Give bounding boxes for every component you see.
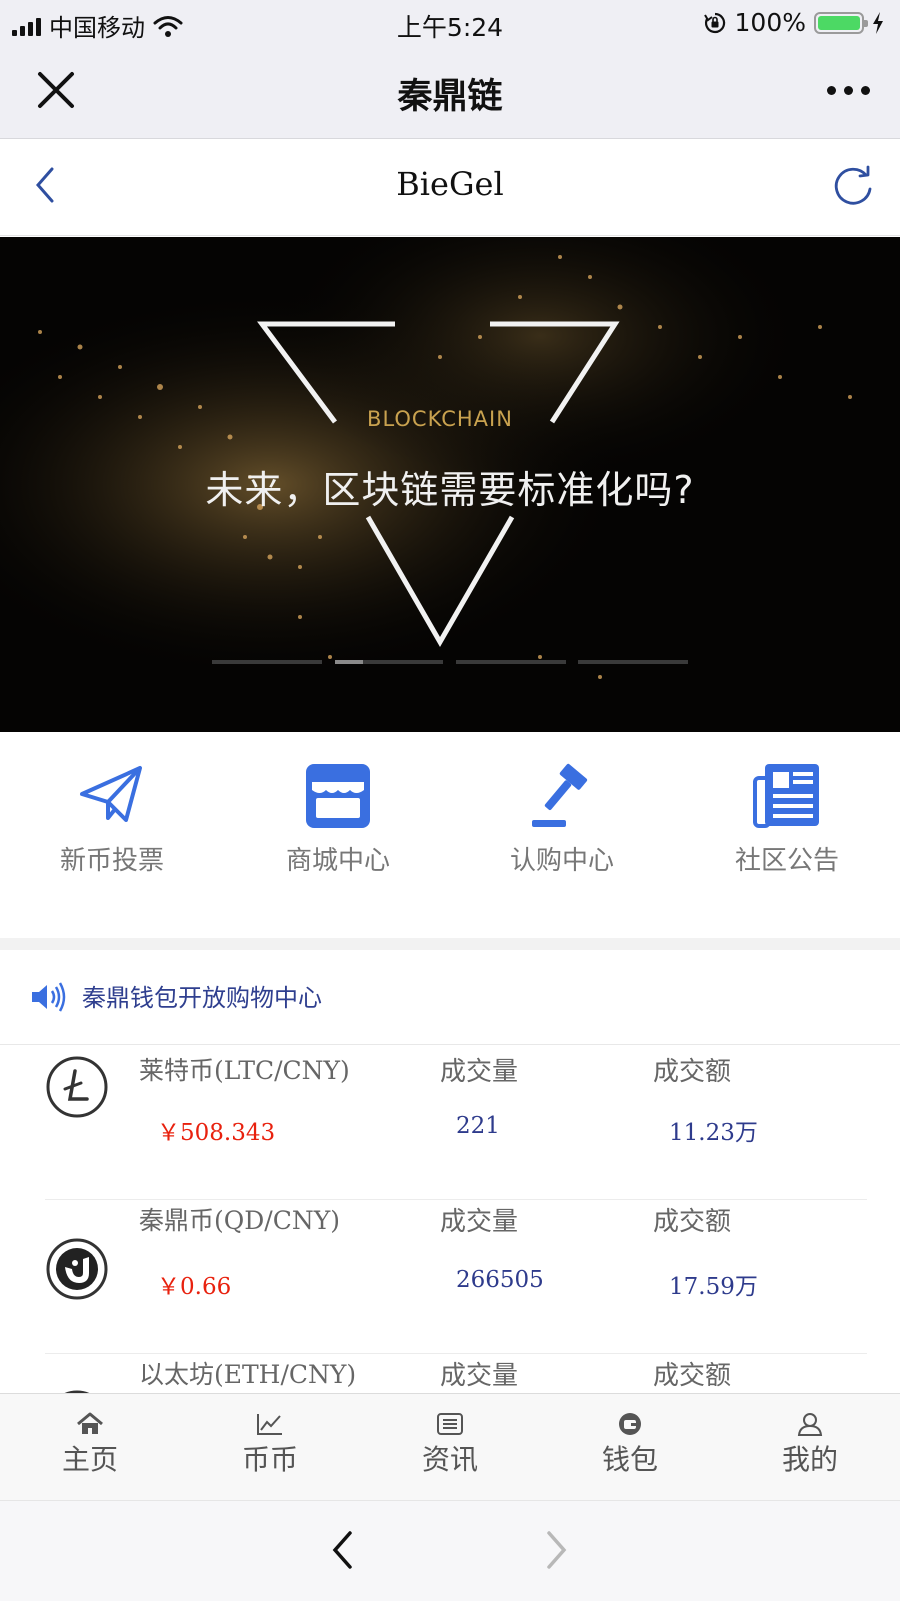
chart-icon xyxy=(257,1414,282,1435)
speaker-icon xyxy=(32,982,66,1012)
coin-volume: 266505 xyxy=(456,1267,544,1293)
page-title: BieGel xyxy=(396,165,504,203)
carousel-indicator-2-track xyxy=(363,660,443,664)
newspaper-icon xyxy=(753,764,819,828)
amount-label: 成交额 xyxy=(653,1057,732,1087)
gavel-icon xyxy=(532,763,588,827)
market-row[interactable]: 以太坊(ETH/CNY) 成交量 成交额 xyxy=(45,1353,867,1393)
battery-info: 100% xyxy=(703,8,884,37)
amount-label: 成交额 xyxy=(653,1207,732,1237)
coin-price: ￥508.343 xyxy=(157,1120,276,1146)
tab-wallet[interactable]: 钱包 xyxy=(540,1412,720,1478)
carousel-indicator-4[interactable] xyxy=(578,660,688,664)
wechat-title: 秦鼎链 xyxy=(397,77,503,117)
volume-label: 成交量 xyxy=(440,1361,519,1391)
quick-menu-shop-center[interactable]: 商城中心 xyxy=(248,762,428,877)
tab-label: 主页 xyxy=(61,1443,118,1476)
banner-carousel[interactable]: BLOCKCHAIN 未来，区块链需要标准化吗? xyxy=(0,237,900,732)
coin-pair-name: 秦鼎币(QD/CNY) xyxy=(139,1206,340,1235)
refresh-icon[interactable] xyxy=(830,163,876,209)
quick-menu-community-notice[interactable]: 社区公告 xyxy=(697,762,877,877)
carousel-indicator-1[interactable] xyxy=(212,660,322,664)
section-divider xyxy=(0,938,900,950)
wallet-icon xyxy=(619,1413,641,1435)
tab-coin-trading[interactable]: 币币 xyxy=(180,1412,360,1478)
charging-bolt-icon xyxy=(873,11,883,34)
market-list: 莱特币(LTC/CNY) 成交量 成交额 ￥508.343 221 11.23万… xyxy=(0,1045,900,1393)
more-options-icon[interactable] xyxy=(827,86,870,95)
volume-label: 成交量 xyxy=(440,1057,519,1087)
tab-label: 钱包 xyxy=(601,1443,658,1476)
volume-label: 成交量 xyxy=(440,1207,519,1237)
market-row[interactable]: 秦鼎币(QD/CNY) 成交量 成交额 ￥0.66 266505 17.59万 xyxy=(45,1199,867,1354)
tab-mine[interactable]: 我的 xyxy=(720,1412,900,1478)
paper-plane-icon xyxy=(80,766,142,822)
wechat-title-bar: 秦鼎链 xyxy=(0,46,900,139)
banner-headline: 未来，区块链需要标准化吗? xyxy=(205,468,695,512)
banner-brand: BLOCKCHAIN xyxy=(367,407,513,431)
amount-label: 成交额 xyxy=(653,1361,732,1391)
tab-home[interactable]: 主页 xyxy=(0,1412,180,1478)
news-icon xyxy=(437,1413,463,1435)
litecoin-icon xyxy=(46,1056,108,1118)
coin-amount: 11.23万 xyxy=(669,1120,758,1146)
quick-menu-label: 社区公告 xyxy=(734,846,839,876)
quick-menu-label: 新币投票 xyxy=(59,846,164,876)
tab-label: 我的 xyxy=(781,1443,838,1476)
battery-percent: 100% xyxy=(734,8,806,37)
qd-coin-icon xyxy=(46,1238,108,1300)
status-bar: 中国移动 上午5:24 100% xyxy=(0,0,900,46)
carousel-indicator-2[interactable] xyxy=(335,660,363,664)
user-icon xyxy=(797,1413,823,1436)
tab-label: 币币 xyxy=(241,1443,298,1476)
coin-amount: 17.59万 xyxy=(669,1274,758,1300)
battery-icon xyxy=(814,11,868,34)
browser-navigation-bar xyxy=(0,1500,900,1601)
coin-pair-name: 以太坊(ETH/CNY) xyxy=(139,1360,357,1389)
rotation-lock-icon xyxy=(703,12,725,33)
coin-pair-name: 莱特币(LTC/CNY) xyxy=(139,1056,350,1085)
tab-label: 资讯 xyxy=(421,1443,478,1476)
coin-volume: 221 xyxy=(456,1113,500,1139)
quick-menu-new-coin-vote[interactable]: 新币投票 xyxy=(22,762,202,877)
tab-news[interactable]: 资讯 xyxy=(360,1412,540,1478)
bottom-tab-bar: 主页 币币 资讯 钱包 我的 xyxy=(0,1393,900,1500)
browser-back-icon[interactable] xyxy=(330,1529,356,1571)
shop-icon xyxy=(306,764,370,828)
quick-menu-subscription-center[interactable]: 认购中心 xyxy=(472,762,652,877)
announcement-text: 秦鼎钱包开放购物中心 xyxy=(82,984,322,1012)
quick-menu-label: 商城中心 xyxy=(285,846,390,876)
browser-forward-icon[interactable] xyxy=(543,1529,569,1571)
coin-price: ￥0.66 xyxy=(157,1274,232,1300)
quick-menu-label: 认购中心 xyxy=(509,846,614,876)
announcement-bar[interactable]: 秦鼎钱包开放购物中心 xyxy=(0,950,900,1045)
page-header: BieGel xyxy=(0,139,900,236)
carousel-indicator-3[interactable] xyxy=(456,660,566,664)
market-row[interactable]: 莱特币(LTC/CNY) 成交量 成交额 ￥508.343 221 11.23万 xyxy=(45,1045,867,1200)
home-icon xyxy=(77,1412,103,1434)
